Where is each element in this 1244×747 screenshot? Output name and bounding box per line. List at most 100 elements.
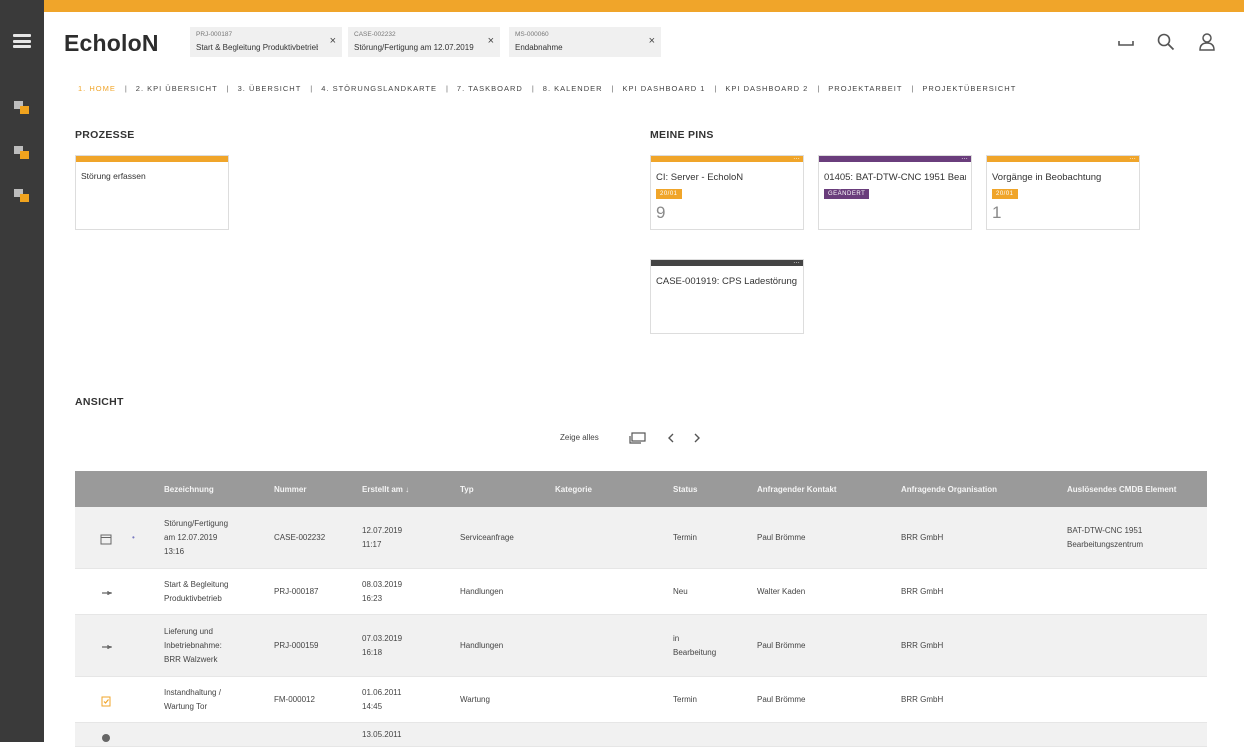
pin-card-bar <box>651 156 803 162</box>
cell-nummer: PRJ-000187 <box>274 587 319 596</box>
nav-item-9[interactable]: PROJEKTÜBERSICHT <box>922 84 1016 93</box>
nav-item-2[interactable]: 3. ÜBERSICHT <box>238 84 302 93</box>
column-header-7[interactable]: Anfragende Organisation <box>901 485 997 494</box>
column-header-1[interactable]: Nummer <box>274 485 306 494</box>
pin-card-1[interactable]: … 01405: BAT-DTW-CNC 1951 Bearbeitungszen… <box>818 154 972 230</box>
prev-icon[interactable] <box>666 433 676 443</box>
pin-card-bar <box>987 156 1139 162</box>
table-row[interactable]: • Störung/Fertigung am 12.07.2019 13:16 CASE… <box>75 507 1207 569</box>
search-icon[interactable] <box>1156 32 1176 52</box>
maintenance-icon[interactable] <box>100 694 112 707</box>
more-icon[interactable]: … <box>1129 154 1136 161</box>
pin-count: 9 <box>656 203 666 222</box>
nav-item-3[interactable]: 4. STÖRUNGSLANDKARTE <box>321 84 437 93</box>
nav-item-0[interactable]: 1. HOME <box>78 84 116 93</box>
cell-bez: Inbetriebnahme: <box>164 641 222 650</box>
cell-bez: Lieferung und <box>164 627 213 636</box>
nav-item-4[interactable]: 7. TASKBOARD <box>457 84 523 93</box>
menu-icon[interactable] <box>13 34 31 48</box>
user-icon[interactable] <box>1197 32 1217 52</box>
cell-status: in <box>673 634 680 643</box>
cell-org: BRR GmbH <box>901 641 944 650</box>
cell-kontakt: Walter Kaden <box>757 587 806 596</box>
column-header-5[interactable]: Status <box>673 485 697 494</box>
table-row[interactable]: Lieferung und Inbetriebnahme: BRR Walzwerk… <box>75 615 1207 677</box>
pin-card-2[interactable]: … Vorgänge in Beobachtung 20/01 1 <box>986 154 1140 230</box>
nav-item-1[interactable]: 2. KPI ÜBERSICHT <box>136 84 218 93</box>
column-header-3[interactable]: Typ <box>460 485 474 494</box>
tab-name: Start & Begleitung Produktivbetrieb <box>196 43 318 52</box>
column-header-2[interactable]: Erstellt am ↓ <box>362 485 409 494</box>
cell-bez: Start & Begleitung <box>164 580 229 589</box>
cell-cmdb: Bearbeitungszentrum <box>1067 540 1144 549</box>
cell-cmdb: BAT-DTW-CNC 1951 <box>1067 526 1143 535</box>
prozesse-title: PROZESSE <box>75 129 135 141</box>
cell-kontakt: Paul Brömme <box>757 641 806 650</box>
pins-title: MEINE PINS <box>650 129 714 141</box>
more-icon[interactable]: … <box>793 154 800 161</box>
main-area: EcholoN PRJ-000187 Start & Begleitung Pr… <box>44 0 1244 747</box>
open-tab-1[interactable]: PRJ-000187 Start & Begleitung Produktivb… <box>190 27 342 57</box>
main-navigation: 1. HOME | 2. KPI ÜBERSICHT | 3. ÜBERSICHT | 4.… <box>78 84 1016 96</box>
tab-code: PRJ-000187 <box>196 31 233 38</box>
nav-separator: | <box>124 84 127 93</box>
nav-separator: | <box>531 84 534 93</box>
module-icon-2[interactable] <box>14 146 30 160</box>
more-icon[interactable]: … <box>793 258 800 265</box>
cell-nummer: CASE-002232 <box>274 533 326 542</box>
more-icon[interactable]: … <box>961 154 968 161</box>
table-body: • Störung/Fertigung am 12.07.2019 13:16 CASE… <box>75 507 1207 747</box>
column-header-4[interactable]: Kategorie <box>555 485 592 494</box>
next-icon[interactable] <box>692 433 702 443</box>
table-row[interactable]: 13.05.2011 <box>75 723 1207 747</box>
cell-status: Bearbeitung <box>673 648 717 657</box>
module-icon-3[interactable] <box>14 189 30 203</box>
process-card-stoerung[interactable]: Störung erfassen <box>75 155 229 230</box>
show-all-link[interactable]: Zeige alles <box>560 433 599 442</box>
pin-card-0[interactable]: … CI: Server - EcholoN 20/01 9 <box>650 154 804 230</box>
cell-erstellt: 11:17 <box>362 540 382 549</box>
cell-status: Neu <box>673 587 688 596</box>
pin-count: 1 <box>992 203 1002 222</box>
cell-nummer: PRJ-000159 <box>274 641 319 650</box>
tab-name: Störung/Fertigung am 12.07.2019 <box>354 43 474 52</box>
cell-org: BRR GmbH <box>901 695 944 704</box>
tab-code: MS-000060 <box>515 31 549 38</box>
nav-separator: | <box>445 84 448 93</box>
pin-icon[interactable] <box>100 586 114 598</box>
cell-bez: BRR Walzwerk <box>164 655 218 664</box>
results-table: Bezeichnung Nummer Erstellt am ↓ Typ Kategor… <box>75 471 1207 747</box>
minimize-icon[interactable] <box>1116 32 1136 52</box>
nav-separator: | <box>611 84 614 93</box>
nav-item-7[interactable]: KPI DASHBOARD 2 <box>725 84 808 93</box>
nav-item-5[interactable]: 8. KALENDER <box>543 84 603 93</box>
cell-erstellt: 12.07.2019 <box>362 526 403 535</box>
column-header-0[interactable]: Bezeichnung <box>164 485 214 494</box>
tab-close-icon[interactable]: × <box>649 35 655 47</box>
table-row[interactable]: Start & Begleitung Produktivbetrieb PRJ-00… <box>75 569 1207 615</box>
calendar-icon[interactable] <box>100 532 112 545</box>
generic-icon[interactable] <box>100 729 112 742</box>
pin-card-title: CI: Server - EcholoN <box>656 172 744 183</box>
pin-card-3[interactable]: … CASE-001919: CPS Ladestörung <box>650 258 804 334</box>
open-tab-3[interactable]: MS-000060 Endabnahme × <box>509 27 661 57</box>
tab-close-icon[interactable]: × <box>330 35 336 47</box>
pin-icon[interactable] <box>100 640 114 652</box>
cell-bez: 13:16 <box>164 547 185 556</box>
open-tab-2[interactable]: CASE-002232 Störung/Fertigung am 12.07.2… <box>348 27 500 57</box>
nav-item-6[interactable]: KPI DASHBOARD 1 <box>623 84 706 93</box>
cell-typ: Wartung <box>460 695 490 704</box>
nav-separator: | <box>911 84 914 93</box>
column-header-6[interactable]: Anfragender Kontakt <box>757 485 837 494</box>
module-icon-1[interactable] <box>14 101 30 115</box>
column-header-8[interactable]: Auslösendes CMDB Element <box>1067 485 1176 494</box>
screen-icon[interactable] <box>629 432 647 444</box>
pin-card-title: Vorgänge in Beobachtung <box>992 172 1102 183</box>
table-row[interactable]: Instandhaltung / Wartung Tor FM-000012 01.0… <box>75 677 1207 723</box>
pin-badge: GEÄNDERT <box>824 189 870 199</box>
tab-close-icon[interactable]: × <box>488 35 494 47</box>
pin-badge: 20/01 <box>656 189 682 199</box>
nav-item-8[interactable]: PROJEKTARBEIT <box>828 84 902 93</box>
cell-bez: Wartung Tor <box>164 702 208 711</box>
pin-card-bar <box>651 260 803 266</box>
